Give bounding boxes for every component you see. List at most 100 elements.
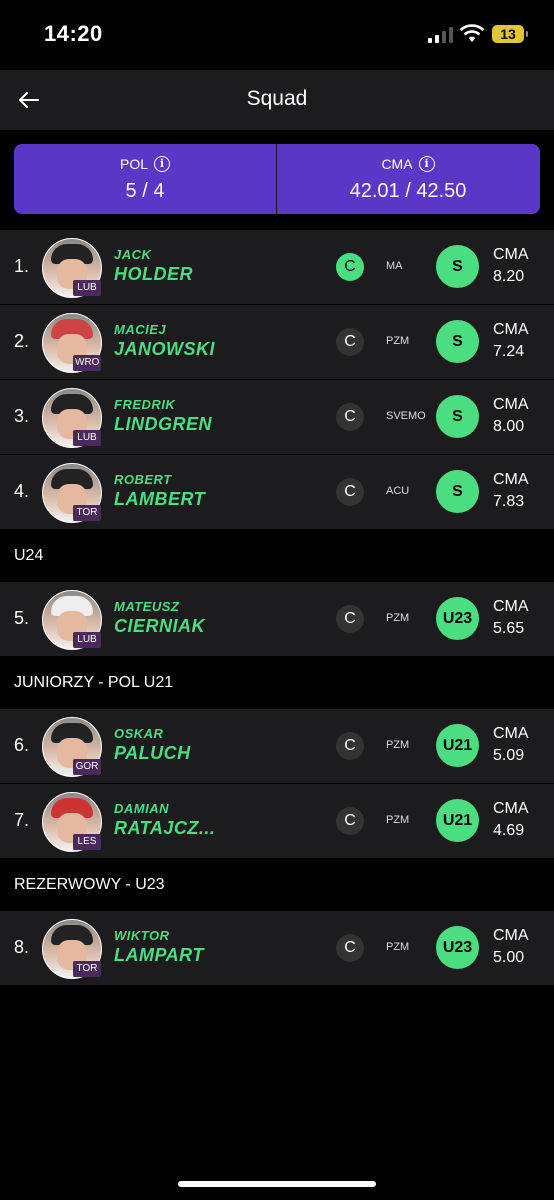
summary-pol-value: 5 / 4 xyxy=(125,180,165,202)
federation-label: ACU xyxy=(386,485,410,497)
rider-last-name: PALUCH xyxy=(114,743,191,763)
section-header-reserve: REZERWOWY - U23 xyxy=(0,859,554,911)
rider-first-name: WIKTOR xyxy=(114,928,170,943)
wifi-icon xyxy=(459,24,485,42)
cma-value: 8.20 xyxy=(493,268,525,285)
team-badge: TOR xyxy=(73,961,101,977)
captain-button[interactable]: C xyxy=(336,934,364,962)
captain-button[interactable]: C xyxy=(336,403,364,431)
rider-first-name: DAMIAN xyxy=(114,801,169,816)
cma-label: CMA xyxy=(493,800,529,817)
rider-row[interactable]: 1. LUB JACK HOLDER C MA S CMA 8.20 xyxy=(0,230,554,304)
captain-button[interactable]: C xyxy=(336,328,364,356)
federation-label: SVEMO xyxy=(386,410,426,422)
summary-pol-label: POL xyxy=(119,156,148,172)
rider-first-name: MACIEJ xyxy=(114,322,167,337)
rider-row[interactable]: 3. LUB FREDRIK LINDGREN C SVEMO S CMA 8.… xyxy=(0,380,554,454)
rider-first-name: JACK xyxy=(114,247,152,262)
cma-value: 5.09 xyxy=(493,747,525,764)
cma-value: 7.24 xyxy=(493,343,525,360)
cma-value: 5.65 xyxy=(493,620,525,637)
nav-bar: Squad xyxy=(0,70,554,130)
rider-row[interactable]: 6. GOR OSKAR PALUCH C PZM U21 CMA 5.09 xyxy=(0,709,554,783)
info-icon[interactable]: i xyxy=(418,156,435,172)
section-header-u24: U24 xyxy=(0,530,554,582)
rider-rank: 1. xyxy=(14,256,30,276)
cma-label: CMA xyxy=(493,246,529,263)
federation-label: PZM xyxy=(386,612,410,624)
battery-icon: 13 xyxy=(492,25,528,43)
rider-first-name: ROBERT xyxy=(114,472,172,487)
team-badge: LUB xyxy=(73,632,101,648)
rider-row[interactable]: 4. TOR ROBERT LAMBERT C ACU S CMA 7.83 xyxy=(0,455,554,529)
rider-last-name: LAMPART xyxy=(114,945,204,965)
home-indicator[interactable] xyxy=(178,1181,376,1187)
rider-last-name: LINDGREN xyxy=(114,414,212,434)
grade-badge: S xyxy=(436,320,479,363)
grade-badge: U21 xyxy=(436,724,479,767)
federation-label: MA xyxy=(386,260,403,272)
captain-button[interactable]: C xyxy=(336,605,364,633)
grade-badge: U21 xyxy=(436,799,479,842)
federation-label: PZM xyxy=(386,739,410,751)
grade-badge: S xyxy=(436,395,479,438)
rider-first-name: FREDRIK xyxy=(114,397,176,412)
rider-rank: 4. xyxy=(14,481,30,501)
cma-label: CMA xyxy=(493,396,529,413)
captain-button[interactable]: C xyxy=(336,807,364,835)
cma-value: 8.00 xyxy=(493,418,525,435)
rider-rank: 2. xyxy=(14,331,30,351)
grade-badge: U23 xyxy=(436,926,479,969)
info-icon[interactable]: i xyxy=(154,156,170,172)
cma-label: CMA xyxy=(493,927,529,944)
rider-first-name: MATEUSZ xyxy=(114,599,180,614)
cma-label: CMA xyxy=(493,321,529,338)
rider-last-name: RATAJCZ... xyxy=(114,818,216,838)
squad-summary: POL i 5 / 4 CMA i 42.01 / 42.50 xyxy=(14,144,540,214)
cma-value: 5.00 xyxy=(493,949,525,966)
rider-last-name: CIERNIAK xyxy=(114,616,206,636)
grade-badge: U23 xyxy=(436,597,479,640)
federation-label: PZM xyxy=(386,335,410,347)
squad-list: 1. LUB JACK HOLDER C MA S CMA 8.20 2. WR… xyxy=(0,230,554,986)
federation-label: PZM xyxy=(386,941,410,953)
page-title: Squad xyxy=(246,87,308,110)
section-header-juniors: JUNIORZY - POL U21 xyxy=(0,657,554,709)
rider-row[interactable]: 2. WRO MACIEJ JANOWSKI C PZM S CMA 7.24 xyxy=(0,305,554,379)
team-badge: GOR xyxy=(73,759,101,775)
summary-cma-value: 42.01 / 42.50 xyxy=(349,180,467,202)
rider-last-name: LAMBERT xyxy=(114,489,206,509)
rider-rank: 7. xyxy=(14,810,30,830)
cellular-signal-icon xyxy=(428,27,454,43)
status-bar: 14:20 13 xyxy=(0,0,554,70)
cma-value: 7.83 xyxy=(493,493,525,510)
rider-rank: 5. xyxy=(14,608,30,628)
rider-rank: 3. xyxy=(14,406,30,426)
grade-badge: S xyxy=(436,245,479,288)
team-badge: LES xyxy=(73,834,101,850)
team-badge: LUB xyxy=(73,280,101,296)
captain-button[interactable]: C xyxy=(336,732,364,760)
rider-last-name: HOLDER xyxy=(114,264,193,284)
cma-label: CMA xyxy=(493,471,529,488)
captain-button[interactable]: C xyxy=(336,253,364,281)
rider-rank: 6. xyxy=(14,735,30,755)
cma-label: CMA xyxy=(493,598,529,615)
captain-button[interactable]: C xyxy=(336,478,364,506)
grade-badge: S xyxy=(436,470,479,513)
rider-row[interactable]: 8. TOR WIKTOR LAMPART C PZM U23 CMA 5.00 xyxy=(0,911,554,985)
cma-label: CMA xyxy=(493,725,529,742)
rider-first-name: OSKAR xyxy=(114,726,164,741)
federation-label: PZM xyxy=(386,814,410,826)
rider-row[interactable]: 5. LUB MATEUSZ CIERNIAK C PZM U23 CMA 5.… xyxy=(0,582,554,656)
cma-value: 4.69 xyxy=(493,822,525,839)
team-badge: WRO xyxy=(73,355,102,371)
status-time: 14:20 xyxy=(44,21,103,46)
summary-pol: POL i 5 / 4 xyxy=(14,144,276,214)
rider-row[interactable]: 7. LES DAMIAN RATAJCZ... C PZM U21 CMA 4… xyxy=(0,784,554,858)
team-badge: LUB xyxy=(73,430,101,446)
rider-last-name: JANOWSKI xyxy=(114,339,216,359)
rider-rank: 8. xyxy=(14,937,30,957)
summary-cma: CMA i 42.01 / 42.50 xyxy=(277,144,539,214)
team-badge: TOR xyxy=(73,505,101,521)
